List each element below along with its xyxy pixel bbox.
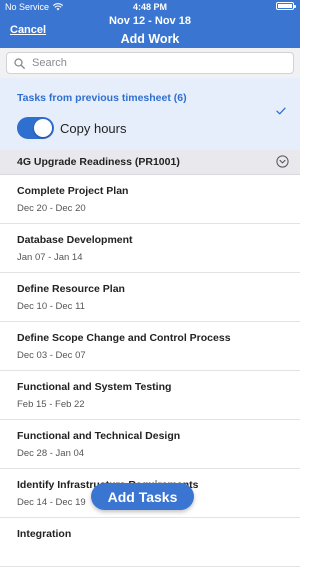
task-row[interactable]: Integration [0, 518, 300, 567]
task-name: Define Resource Plan [17, 283, 125, 295]
task-dates: Dec 14 - Dec 19 [17, 497, 86, 508]
task-dates: Jan 07 - Jan 14 [17, 252, 83, 263]
project-header[interactable]: 4G Upgrade Readiness (PR1001) [0, 150, 300, 175]
task-name: Database Development [17, 234, 133, 246]
task-name: Functional and Technical Design [17, 430, 181, 442]
task-row[interactable]: Database Development Jan 07 - Jan 14 [0, 224, 300, 273]
search-input[interactable] [30, 56, 293, 70]
previous-timesheet-row[interactable]: Tasks from previous timesheet (6) Copy h… [0, 78, 300, 150]
task-name: Complete Project Plan [17, 185, 129, 197]
page-title: Add Work [120, 32, 180, 46]
task-row[interactable]: Complete Project Plan Dec 20 - Dec 20 [0, 175, 300, 224]
toggle-knob [34, 119, 52, 137]
status-bar: No Service 4:48 PM [0, 2, 300, 14]
task-name: Define Scope Change and Control Process [17, 332, 231, 344]
app-header: No Service 4:48 PM Nov 12 - Nov 18 Cance… [0, 0, 300, 48]
task-row[interactable]: Define Resource Plan Dec 10 - Dec 11 [0, 273, 300, 322]
search-field[interactable] [6, 52, 294, 74]
project-name: 4G Upgrade Readiness (PR1001) [17, 156, 180, 168]
clock: 4:48 PM [132, 2, 167, 12]
task-name: Integration [17, 528, 72, 540]
search-bar [0, 48, 300, 78]
task-row[interactable]: Define Scope Change and Control Process … [0, 322, 300, 371]
copy-hours-label: Copy hours [60, 121, 127, 136]
checkmark-icon [276, 107, 286, 115]
task-dates: Feb 15 - Feb 22 [17, 399, 85, 410]
task-name: Functional and System Testing [17, 381, 172, 393]
task-row[interactable]: Functional and Technical Design Dec 28 -… [0, 420, 300, 469]
chevron-down-icon[interactable] [276, 155, 289, 168]
search-icon [12, 56, 26, 70]
task-row[interactable]: Functional and System Testing Feb 15 - F… [0, 371, 300, 420]
previous-timesheet-label: Tasks from previous timesheet (6) [17, 92, 187, 104]
task-dates: Dec 10 - Dec 11 [17, 301, 85, 312]
task-dates: Dec 28 - Jan 04 [17, 448, 85, 459]
task-dates: Dec 03 - Dec 07 [17, 350, 86, 361]
add-tasks-button[interactable]: Add Tasks [91, 483, 194, 510]
task-dates: Dec 20 - Dec 20 [17, 203, 86, 214]
battery-icon [276, 2, 296, 10]
copy-hours-toggle[interactable] [17, 117, 54, 139]
